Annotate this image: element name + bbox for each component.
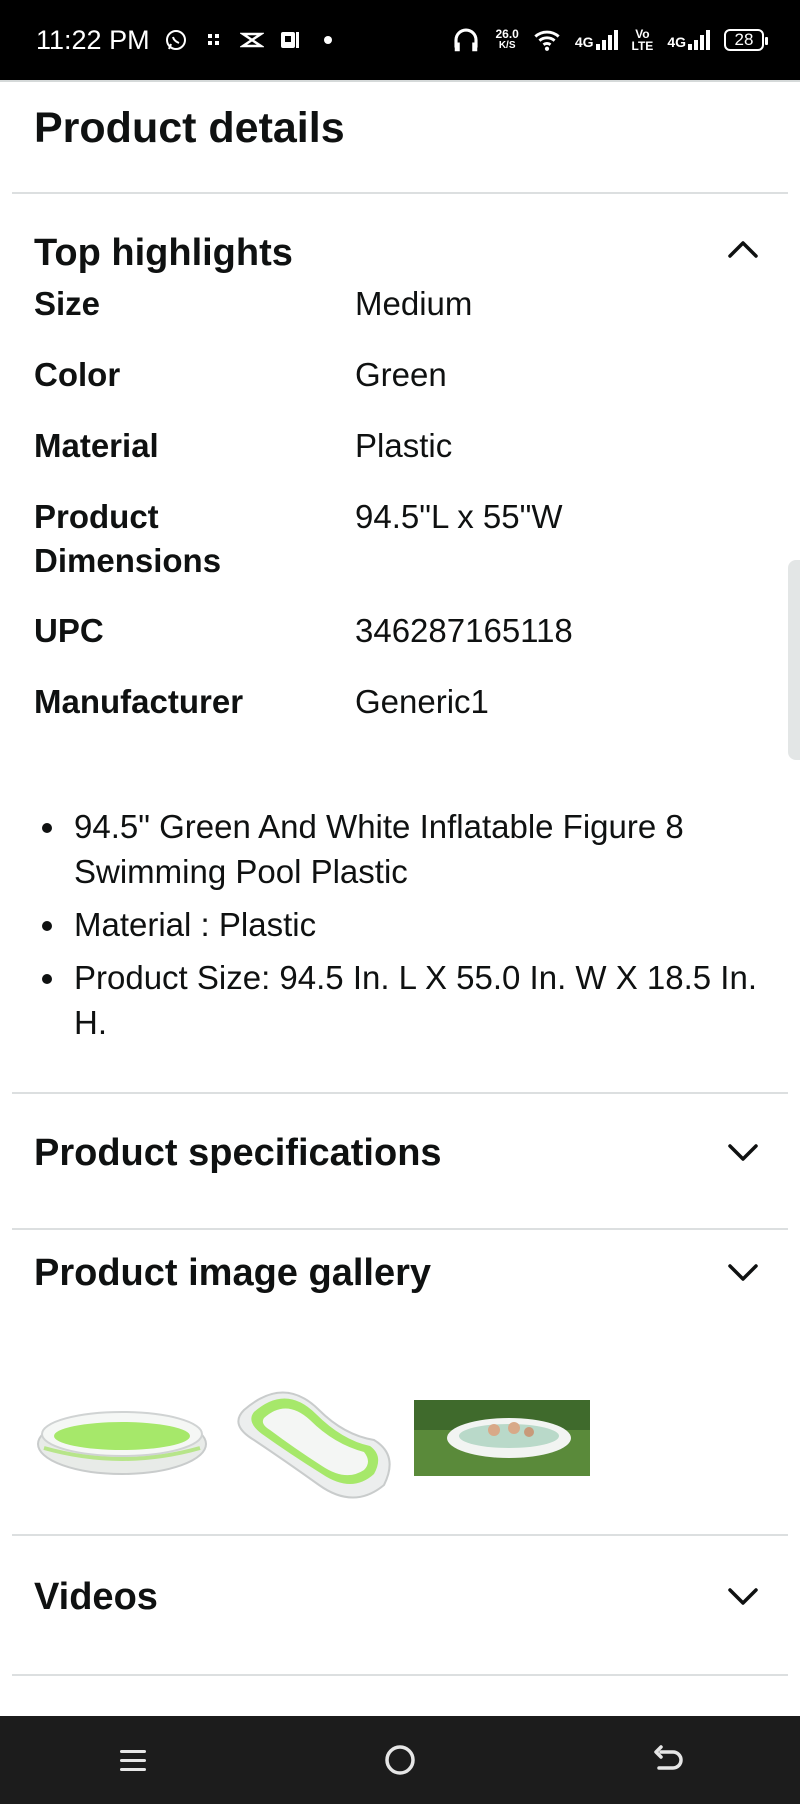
divider: [12, 1092, 788, 1094]
network-type-2: 4G: [667, 34, 686, 50]
bullet-item: Product Size: 94.5 In. L X 55.0 In. W X …: [34, 955, 764, 1045]
dot-icon: [323, 36, 332, 44]
spec-key: Manufacturer: [34, 683, 244, 720]
wifi-icon: [534, 30, 560, 51]
chevron-down-icon[interactable]: [726, 1142, 760, 1164]
clock: 11:22 PM: [36, 24, 150, 55]
spec-key: Material: [34, 427, 159, 464]
section-heading: Videos: [34, 1576, 158, 1618]
net-speed-unit: K/S: [498, 40, 516, 51]
battery-level: 28: [734, 30, 754, 49]
net-speed-value: 26.0: [495, 27, 519, 41]
divider: [12, 1674, 788, 1676]
bullet-item: Material : Plastic: [34, 902, 764, 947]
page-title: Product details: [34, 104, 345, 152]
pool-angled-view-thumbnail[interactable]: [224, 1370, 400, 1510]
status-bar: 11:22 PM 26.0 K/S 4G Vo LTE 4G 28: [0, 0, 800, 80]
pool-on-grass-photo-thumbnail[interactable]: [414, 1370, 590, 1510]
bullet-item: 94.5" Green And White Inflatable Figure …: [34, 804, 764, 894]
spec-key: Size: [34, 285, 101, 322]
signal-sim1: 4G: [575, 30, 618, 50]
chevron-down-icon[interactable]: [726, 1586, 760, 1608]
status-bar-left: 11:22 PM: [36, 25, 340, 56]
divider: [12, 192, 788, 194]
spec-value: Medium: [355, 285, 473, 322]
network-type-1: 4G: [574, 34, 594, 50]
section-heading: Product image gallery: [34, 1252, 432, 1294]
chevron-down-icon[interactable]: [726, 1262, 760, 1284]
highlights-bullet-list: 94.5" Green And White Inflatable Figure …: [34, 804, 764, 1053]
spec-value: Plastic: [355, 427, 453, 464]
spec-row-manufacturer: Manufacturer Generic1: [34, 680, 774, 724]
home-icon: [385, 1745, 415, 1775]
section-heading: Top highlights: [34, 232, 293, 274]
back-icon: [653, 1745, 683, 1770]
divider: [12, 1228, 788, 1230]
volte-bottom: LTE: [631, 39, 654, 53]
volte-badge: Vo LTE: [632, 28, 654, 52]
menu-icon: [120, 1750, 147, 1771]
chevron-up-icon[interactable]: [726, 238, 760, 260]
grid-app-icon: [207, 34, 219, 45]
signal-bars-icon: [595, 30, 618, 50]
spec-row-size: Size Medium: [34, 282, 774, 326]
spec-key: Color: [34, 356, 121, 393]
signal-bars-icon: [688, 30, 710, 50]
spec-value: Green: [355, 356, 447, 393]
back-button[interactable]: [642, 1735, 692, 1785]
spec-row-material: Material Plastic: [34, 424, 774, 468]
battery-icon: 28: [724, 29, 768, 51]
signal-sim2: 4G: [667, 30, 710, 50]
capcut-icon: [239, 32, 264, 48]
spec-row-color: Color Green: [34, 353, 774, 397]
system-nav-bar: [0, 1716, 800, 1804]
scroll-indicator[interactable]: [788, 560, 800, 760]
spec-value: 346287165118: [355, 612, 573, 649]
pool-side-view-thumbnail[interactable]: [34, 1370, 210, 1510]
spec-key: Product Dimensions: [34, 495, 355, 583]
spec-value: Generic1: [355, 683, 489, 720]
net-speed: 26.0 K/S: [495, 28, 518, 52]
headphones-icon: [454, 28, 479, 52]
paytm-icon: [280, 32, 299, 48]
spec-key-line: Product: [34, 498, 159, 535]
status-bar-right: 26.0 K/S 4G Vo LTE 4G 28: [451, 25, 768, 55]
status-divider: [0, 80, 800, 82]
spec-row-dimensions: Product Dimensions 94.5"L x 55"W: [34, 495, 774, 583]
image-gallery: [34, 1370, 590, 1510]
recent-apps-button[interactable]: [108, 1735, 158, 1785]
divider: [12, 1534, 788, 1536]
spec-value: 94.5"L x 55"W: [355, 498, 563, 535]
spec-key-line: Dimensions: [34, 542, 222, 579]
section-heading: Product specifications: [34, 1132, 442, 1174]
spec-row-upc: UPC 346287165118: [34, 609, 774, 653]
whatsapp-icon: [165, 30, 186, 50]
spec-key: UPC: [34, 612, 104, 649]
home-button[interactable]: [375, 1735, 425, 1785]
